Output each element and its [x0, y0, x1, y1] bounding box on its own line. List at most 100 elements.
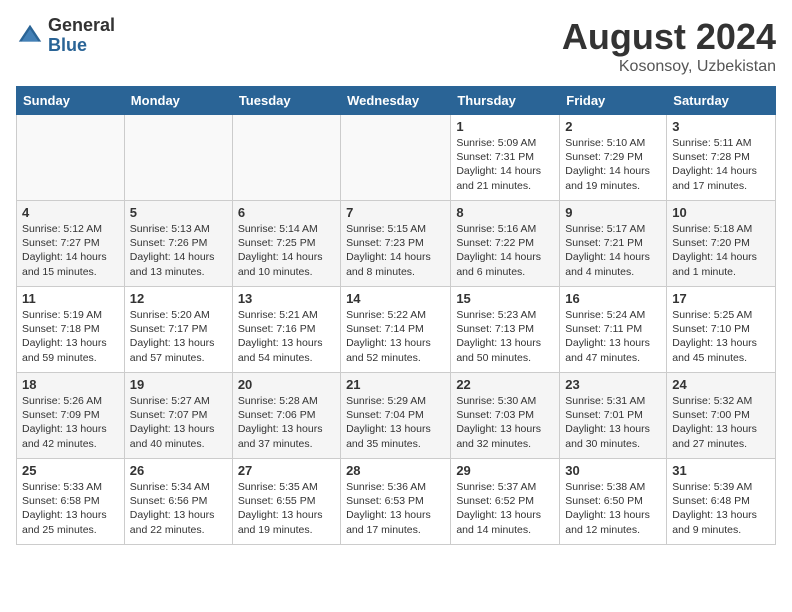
calendar-cell: 10 Sunrise: 5:18 AMSunset: 7:20 PMDayligh… [667, 201, 776, 287]
day-info: Sunrise: 5:09 AMSunset: 7:31 PMDaylight:… [456, 136, 554, 193]
day-info: Sunrise: 5:34 AMSunset: 6:56 PMDaylight:… [130, 480, 227, 537]
calendar-cell: 6 Sunrise: 5:14 AMSunset: 7:25 PMDaylight… [232, 201, 340, 287]
day-number: 1 [456, 119, 554, 134]
day-number: 3 [672, 119, 770, 134]
calendar-cell: 14Sunrise: 5:22 AMSunset: 7:14 PMDayligh… [341, 287, 451, 373]
calendar-cell: 3 Sunrise: 5:11 AMSunset: 7:28 PMDaylight… [667, 115, 776, 201]
day-info: Sunrise: 5:19 AMSunset: 7:18 PMDaylight:… [22, 308, 119, 365]
day-number: 12 [130, 291, 227, 306]
day-number: 13 [238, 291, 335, 306]
day-info: Sunrise: 5:35 AMSunset: 6:55 PMDaylight:… [238, 480, 335, 537]
day-info: Sunrise: 5:12 AMSunset: 7:27 PMDaylight:… [22, 222, 119, 279]
day-info: Sunrise: 5:17 AMSunset: 7:21 PMDaylight:… [565, 222, 661, 279]
day-info: Sunrise: 5:30 AMSunset: 7:03 PMDaylight:… [456, 394, 554, 451]
day-number: 27 [238, 463, 335, 478]
day-number: 5 [130, 205, 227, 220]
day-number: 8 [456, 205, 554, 220]
day-number: 31 [672, 463, 770, 478]
day-info: Sunrise: 5:18 AMSunset: 7:20 PMDaylight:… [672, 222, 770, 279]
calendar-cell: 15 Sunrise: 5:23 AMSunset: 7:13 PMDayligh… [451, 287, 560, 373]
day-info: Sunrise: 5:31 AMSunset: 7:01 PMDaylight:… [565, 394, 661, 451]
logo: General Blue [16, 16, 115, 56]
calendar-cell: 26 Sunrise: 5:34 AMSunset: 6:56 PMDayligh… [124, 459, 232, 545]
day-info: Sunrise: 5:33 AMSunset: 6:58 PMDaylight:… [22, 480, 119, 537]
calendar-cell: 7 Sunrise: 5:15 AMSunset: 7:23 PMDaylight… [341, 201, 451, 287]
day-number: 18 [22, 377, 119, 392]
day-info: Sunrise: 5:39 AMSunset: 6:48 PMDaylight:… [672, 480, 770, 537]
calendar-cell: 29 Sunrise: 5:37 AMSunset: 6:52 PMDayligh… [451, 459, 560, 545]
calendar-cell: 20Sunrise: 5:28 AMSunset: 7:06 PMDayligh… [232, 373, 340, 459]
calendar-cell: 23 Sunrise: 5:31 AMSunset: 7:01 PMDayligh… [560, 373, 667, 459]
day-number: 6 [238, 205, 335, 220]
calendar-header-row: SundayMondayTuesdayWednesdayThursdayFrid… [17, 87, 776, 115]
calendar-cell: 19 Sunrise: 5:27 AMSunset: 7:07 PMDayligh… [124, 373, 232, 459]
day-number: 17 [672, 291, 770, 306]
day-info: Sunrise: 5:16 AMSunset: 7:22 PMDaylight:… [456, 222, 554, 279]
calendar-week-1: 1 Sunrise: 5:09 AMSunset: 7:31 PMDaylight… [17, 115, 776, 201]
calendar-cell: 13Sunrise: 5:21 AMSunset: 7:16 PMDayligh… [232, 287, 340, 373]
day-info: Sunrise: 5:26 AMSunset: 7:09 PMDaylight:… [22, 394, 119, 451]
day-info: Sunrise: 5:15 AMSunset: 7:23 PMDaylight:… [346, 222, 445, 279]
day-number: 15 [456, 291, 554, 306]
day-number: 30 [565, 463, 661, 478]
day-info: Sunrise: 5:24 AMSunset: 7:11 PMDaylight:… [565, 308, 661, 365]
day-info: Sunrise: 5:14 AMSunset: 7:25 PMDaylight:… [238, 222, 335, 279]
day-info: Sunrise: 5:38 AMSunset: 6:50 PMDaylight:… [565, 480, 661, 537]
day-number: 11 [22, 291, 119, 306]
day-header-sunday: Sunday [17, 87, 125, 115]
day-info: Sunrise: 5:13 AMSunset: 7:26 PMDaylight:… [130, 222, 227, 279]
day-header-tuesday: Tuesday [232, 87, 340, 115]
calendar-cell: 25 Sunrise: 5:33 AMSunset: 6:58 PMDayligh… [17, 459, 125, 545]
calendar-week-4: 18 Sunrise: 5:26 AMSunset: 7:09 PMDayligh… [17, 373, 776, 459]
logo-general-text: General [48, 16, 115, 36]
day-number: 21 [346, 377, 445, 392]
day-number: 16 [565, 291, 661, 306]
page-header: General Blue August 2024 Kosonsoy, Uzbek… [16, 16, 776, 76]
logo-icon [16, 22, 44, 50]
calendar-cell: 16 Sunrise: 5:24 AMSunset: 7:11 PMDayligh… [560, 287, 667, 373]
calendar-cell: 30 Sunrise: 5:38 AMSunset: 6:50 PMDayligh… [560, 459, 667, 545]
calendar-cell [232, 115, 340, 201]
day-number: 23 [565, 377, 661, 392]
day-number: 28 [346, 463, 445, 478]
day-number: 25 [22, 463, 119, 478]
calendar-week-3: 11 Sunrise: 5:19 AMSunset: 7:18 PMDayligh… [17, 287, 776, 373]
calendar-cell: 1 Sunrise: 5:09 AMSunset: 7:31 PMDaylight… [451, 115, 560, 201]
day-number: 22 [456, 377, 554, 392]
day-number: 4 [22, 205, 119, 220]
day-info: Sunrise: 5:29 AMSunset: 7:04 PMDaylight:… [346, 394, 445, 451]
day-info: Sunrise: 5:27 AMSunset: 7:07 PMDaylight:… [130, 394, 227, 451]
day-number: 26 [130, 463, 227, 478]
calendar-cell: 18 Sunrise: 5:26 AMSunset: 7:09 PMDayligh… [17, 373, 125, 459]
logo-text: General Blue [48, 16, 115, 56]
calendar-cell: 22 Sunrise: 5:30 AMSunset: 7:03 PMDayligh… [451, 373, 560, 459]
day-header-saturday: Saturday [667, 87, 776, 115]
calendar-table: SundayMondayTuesdayWednesdayThursdayFrid… [16, 86, 776, 545]
day-number: 19 [130, 377, 227, 392]
day-info: Sunrise: 5:20 AMSunset: 7:17 PMDaylight:… [130, 308, 227, 365]
day-info: Sunrise: 5:11 AMSunset: 7:28 PMDaylight:… [672, 136, 770, 193]
logo-blue-text: Blue [48, 36, 115, 56]
calendar-cell: 21 Sunrise: 5:29 AMSunset: 7:04 PMDayligh… [341, 373, 451, 459]
day-header-friday: Friday [560, 87, 667, 115]
day-info: Sunrise: 5:23 AMSunset: 7:13 PMDaylight:… [456, 308, 554, 365]
day-number: 29 [456, 463, 554, 478]
calendar-cell: 31 Sunrise: 5:39 AMSunset: 6:48 PMDayligh… [667, 459, 776, 545]
day-number: 14 [346, 291, 445, 306]
day-info: Sunrise: 5:37 AMSunset: 6:52 PMDaylight:… [456, 480, 554, 537]
subtitle: Kosonsoy, Uzbekistan [562, 58, 776, 76]
calendar-cell: 5 Sunrise: 5:13 AMSunset: 7:26 PMDaylight… [124, 201, 232, 287]
calendar-cell: 12 Sunrise: 5:20 AMSunset: 7:17 PMDayligh… [124, 287, 232, 373]
day-number: 7 [346, 205, 445, 220]
day-number: 10 [672, 205, 770, 220]
calendar-cell: 8 Sunrise: 5:16 AMSunset: 7:22 PMDaylight… [451, 201, 560, 287]
calendar-cell: 4 Sunrise: 5:12 AMSunset: 7:27 PMDaylight… [17, 201, 125, 287]
day-number: 20 [238, 377, 335, 392]
calendar-cell: 9Sunrise: 5:17 AMSunset: 7:21 PMDaylight… [560, 201, 667, 287]
day-number: 24 [672, 377, 770, 392]
calendar-week-2: 4 Sunrise: 5:12 AMSunset: 7:27 PMDaylight… [17, 201, 776, 287]
day-header-thursday: Thursday [451, 87, 560, 115]
day-header-wednesday: Wednesday [341, 87, 451, 115]
day-number: 2 [565, 119, 661, 134]
calendar-cell [341, 115, 451, 201]
